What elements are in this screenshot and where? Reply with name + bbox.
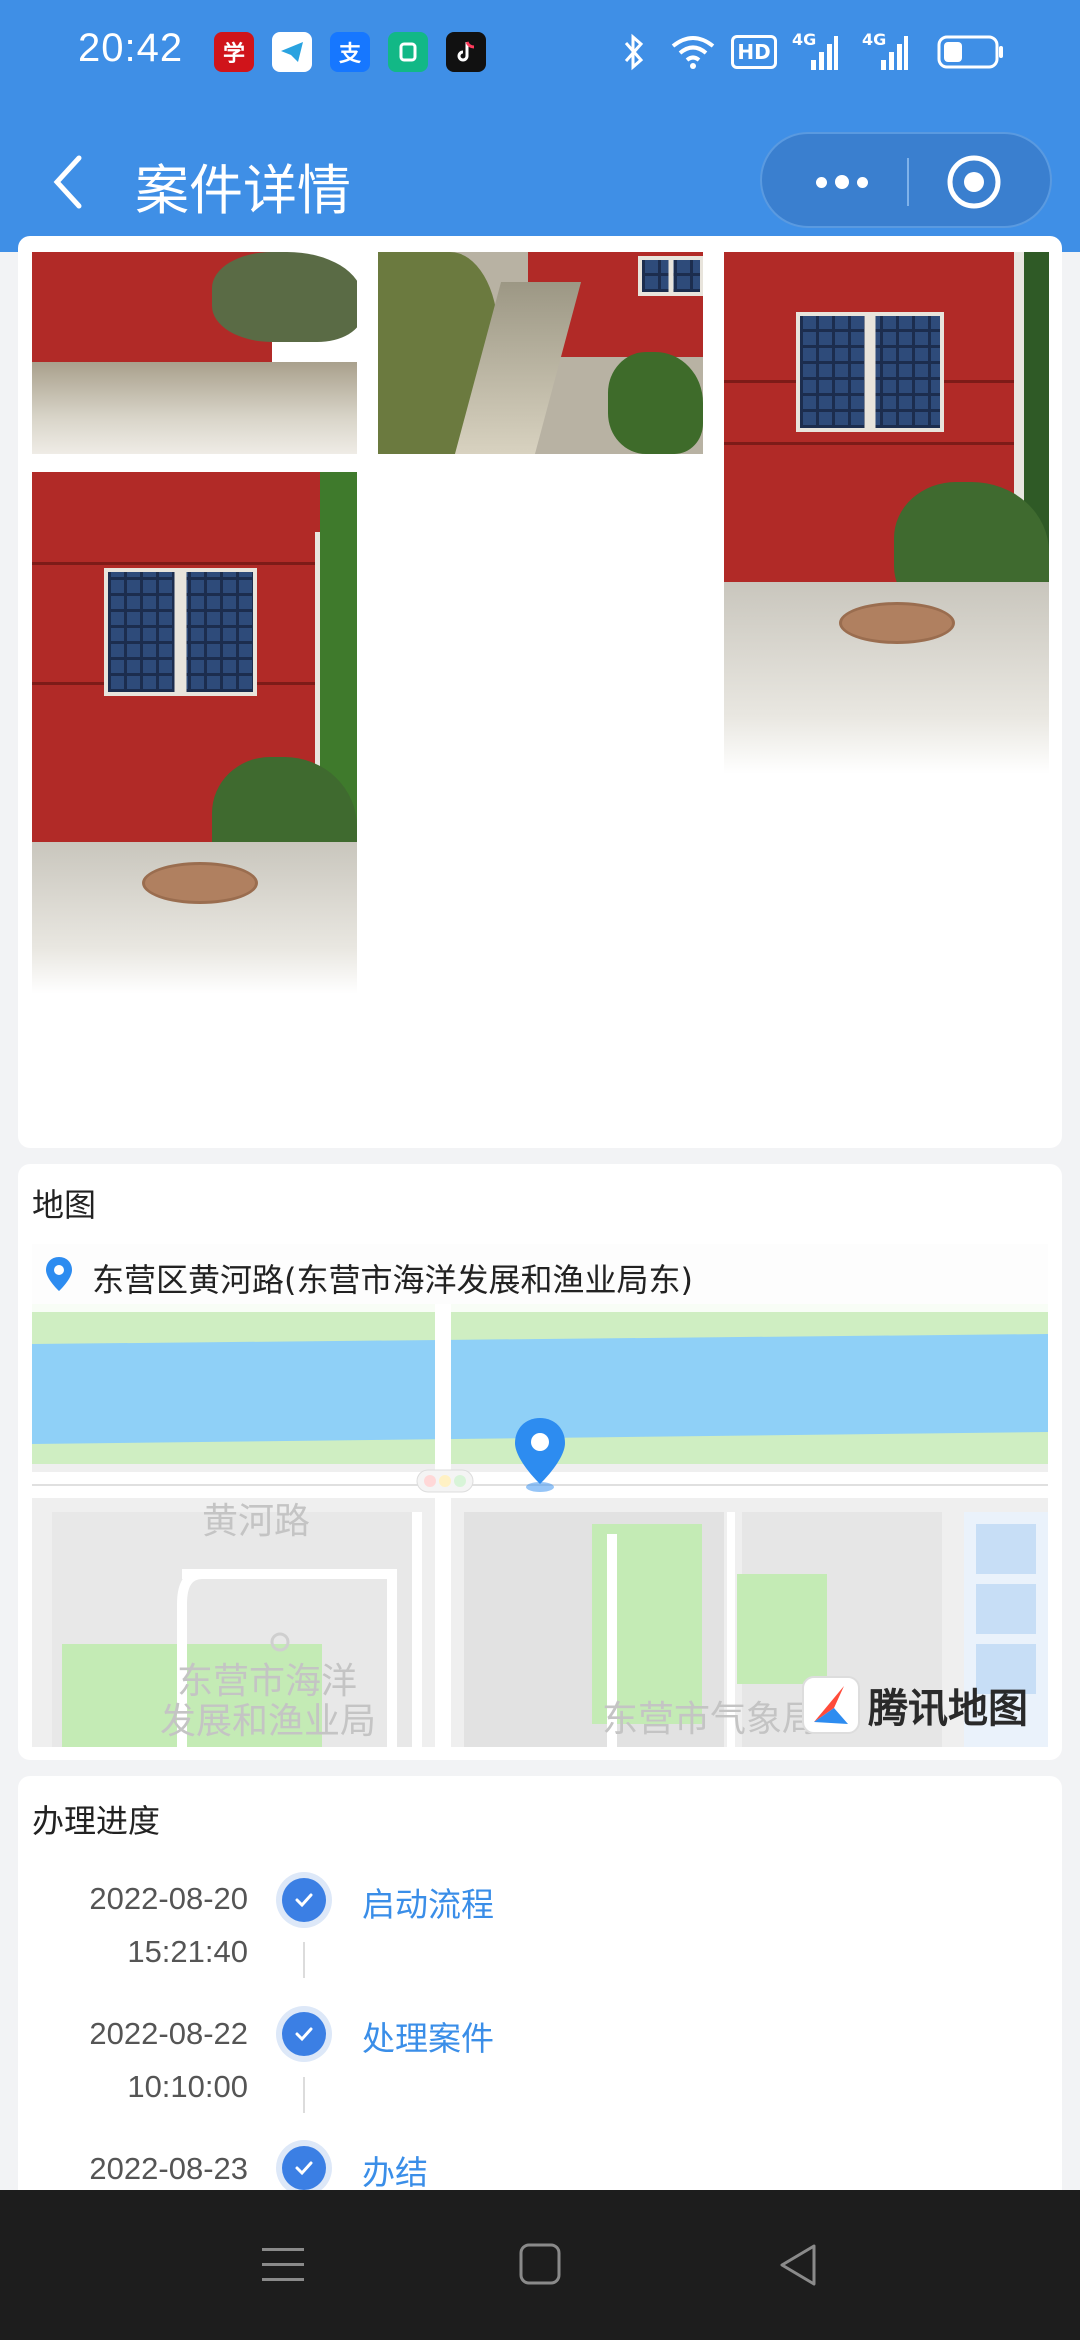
check-icon <box>282 2012 326 2056</box>
map-poi-label: 东营市海洋 <box>177 1661 358 1702</box>
page-title: 案件详情 <box>135 159 351 222</box>
bluetooth-icon <box>618 30 650 74</box>
map-road-label: 黄河路 <box>202 1501 311 1542</box>
timeline-line <box>303 1942 305 1978</box>
tencent-map-icon <box>802 1676 860 1734</box>
progress-section-title: 办理进度 <box>32 1802 161 1840</box>
map-marker-icon <box>512 1416 568 1492</box>
wifi-icon <box>668 30 718 74</box>
step-label[interactable]: 办结 <box>362 2146 428 2194</box>
capsule-divider <box>907 158 909 206</box>
check-icon <box>282 1878 326 1922</box>
location-pin-icon <box>44 1255 74 1301</box>
hd-icon: HD <box>730 30 778 74</box>
step-label[interactable]: 处理案件 <box>362 2012 494 2060</box>
step-date: 2022-08-20 <box>89 1881 248 1916</box>
map-poi-label: 发展和渔业局 <box>160 1701 377 1742</box>
status-bar: 20:42 学 支 HD 4G 4G <box>0 0 1080 110</box>
timeline-line <box>303 2077 305 2113</box>
telegram-icon <box>272 32 312 72</box>
home-icon[interactable] <box>518 2242 562 2286</box>
step-label[interactable]: 启动流程 <box>362 1878 494 1926</box>
nav-bar: 案件详情 <box>0 110 1080 252</box>
status-time: 20:42 <box>78 26 184 70</box>
xuexi-icon: 学 <box>214 32 254 72</box>
system-nav-bar <box>0 2190 1080 2340</box>
case-photo[interactable] <box>32 472 357 994</box>
signal-4g-icon: 4G <box>862 30 910 74</box>
step-date: 2022-08-22 <box>89 2016 248 2051</box>
signal-4g-icon: 4G <box>792 30 840 74</box>
case-photo[interactable] <box>32 252 357 454</box>
back-triangle-icon[interactable] <box>776 2242 820 2288</box>
alipay-icon: 支 <box>330 32 370 72</box>
target-icon[interactable] <box>946 154 1002 210</box>
menu-icon[interactable] <box>258 2242 308 2288</box>
map-address: 东营区黄河路(东营市海洋发展和渔业局东) <box>92 1261 693 1299</box>
top-bar: 20:42 学 支 HD 4G 4G 案件详情 <box>0 0 1080 252</box>
map-provider: 腾讯地图 <box>868 1686 1028 1732</box>
app-icon <box>388 32 428 72</box>
case-photo[interactable] <box>724 252 1049 774</box>
map-view[interactable]: 东营区黄河路(东营市海洋发展和渔业局东) 黄河路 东营市海洋 发展和渔业局 东营… <box>32 1244 1048 1747</box>
douyin-icon <box>446 32 486 72</box>
step-date: 2022-08-23 <box>89 2151 248 2186</box>
step-time: 15:21:40 <box>127 1934 248 1969</box>
chevron-left-icon[interactable] <box>40 150 96 214</box>
case-photo[interactable] <box>378 252 703 454</box>
map-address-bar: 东营区黄河路(东营市海洋发展和渔业局东) <box>32 1244 1048 1312</box>
more-icon[interactable] <box>802 156 882 208</box>
tencent-map-logo: 腾讯地图 <box>802 1675 1028 1735</box>
check-icon <box>282 2146 326 2190</box>
capsule-menu <box>760 132 1052 228</box>
battery-icon <box>936 30 1006 74</box>
map-section-title: 地图 <box>32 1186 97 1224</box>
map-poi-label: 东营市气象局 <box>602 1699 819 1740</box>
step-time: 10:10:00 <box>127 2069 248 2104</box>
